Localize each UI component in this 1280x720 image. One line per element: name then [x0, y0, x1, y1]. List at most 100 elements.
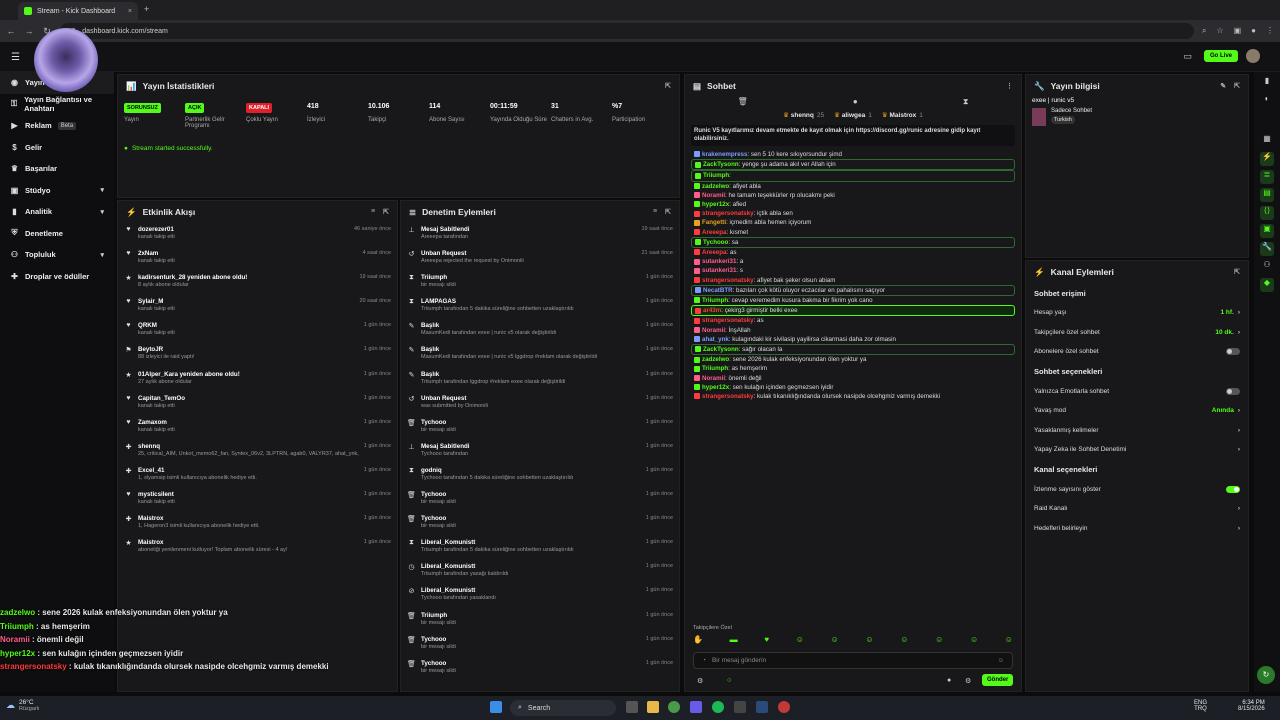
chat-message[interactable]: Fangetti: içmedim abla hemen içiyorum — [691, 218, 1015, 227]
top-gifter[interactable]: ♛ shennq 25 — [783, 111, 824, 119]
top-gifter[interactable]: ♛ aliwgea 1 — [834, 111, 872, 119]
chat-message[interactable]: Noramii: İnşAllah — [691, 326, 1015, 335]
task-view-icon[interactable] — [626, 701, 638, 713]
moon-icon[interactable]: ◐ — [1260, 94, 1274, 108]
chat-username[interactable]: strangersonatsky — [702, 393, 754, 400]
chat-username[interactable]: strangersonatsky — [702, 317, 754, 324]
feed-row[interactable]: ⧗ Triiumph bir mesajı sildi 1 gün önce — [407, 271, 673, 295]
popout-icon[interactable]: ⇱ — [383, 208, 389, 216]
feed-row[interactable]: ✚ Excel_41 1, slyamsip isimli kullanıcıya … — [124, 464, 391, 488]
language-indicator[interactable]: ENG TRQ — [1194, 700, 1207, 712]
file-explorer-icon[interactable] — [647, 701, 659, 713]
sidebar-item[interactable]: ⚇ Topluluk ▾ — [0, 244, 114, 266]
sidebar-item[interactable]: ♛ Başarılar — [0, 158, 114, 180]
extensions-icon[interactable]: ▣ — [1234, 26, 1242, 36]
chat-username[interactable]: sutankeri31 — [702, 258, 736, 265]
chat-message[interactable]: Triiumph: as hemşerim — [691, 364, 1015, 373]
settings-icon[interactable]: ⚙ — [965, 677, 971, 685]
chat-username[interactable]: Triiumph — [703, 172, 729, 179]
chat-settings-icon[interactable]: ◔ — [702, 657, 706, 664]
chat-username[interactable]: ZackTysonn — [703, 161, 739, 168]
people-icon[interactable]: ⚇ — [1260, 260, 1274, 274]
video-icon[interactable]: ▣ — [1260, 224, 1274, 238]
layout-icon[interactable]: ▭ — [1183, 51, 1192, 62]
popout-icon[interactable]: ⇱ — [665, 208, 671, 216]
feed-row[interactable]: ✎ Başlık MasumKedi tarafından exee | runic… — [407, 343, 673, 367]
feed-row[interactable]: ♥ dozerezer01 kanalı takip etti 46 saniye ö… — [124, 223, 391, 247]
feed-row[interactable]: 🗑 Tychooo bir mesajı sildi 1 gün önce — [407, 488, 673, 512]
go-live-button[interactable]: Go Live — [1203, 50, 1238, 62]
obs-icon[interactable] — [778, 701, 790, 713]
hamburger-menu-icon[interactable]: ☰ — [11, 52, 20, 63]
chat-message[interactable]: krakenempress: sen 5 10 kere sıkıyorsund… — [691, 150, 1015, 159]
feed-row[interactable]: 🗑 Tychooo bir mesajı sildi 1 gün önce — [407, 512, 673, 536]
spotify-icon[interactable] — [712, 701, 724, 713]
filter-icon[interactable]: ≡ — [653, 208, 657, 216]
feed-row[interactable]: ★ kadirsenturk_28 yeniden abone oldu! 8 ay… — [124, 271, 391, 295]
toggle-switch[interactable] — [1226, 387, 1240, 395]
chat-username[interactable]: ZackTysonn — [703, 346, 739, 353]
lightning-icon[interactable]: ⚡ — [1260, 152, 1274, 166]
points-icon[interactable]: ○ — [727, 677, 731, 684]
bar-chart-icon[interactable]: ▮ — [1260, 76, 1274, 90]
discord-icon[interactable] — [690, 701, 702, 713]
feed-row[interactable]: ◷ Liberal_Komunistt Triiumph tarafından ya… — [407, 560, 673, 584]
popout-icon[interactable]: ⇱ — [665, 82, 671, 90]
back-icon[interactable]: ← — [6, 26, 16, 36]
feed-row[interactable]: ⧗ godniq Tychooo tarafından 5 dakika sürel… — [407, 464, 673, 488]
feed-row[interactable]: ⚑ BeytoJR 88 izleyici ile raid yaptı! 1 gün… — [124, 343, 391, 367]
new-tab-icon[interactable]: + — [144, 4, 149, 14]
feed-row[interactable]: ✚ shennq 25, critical_AIM, Unkot_memo62_fa… — [124, 440, 391, 464]
chat-message[interactable]: strangersonatsky: kulak tıkanıklığındand… — [691, 392, 1015, 401]
emote-bar[interactable]: ✋ ▬ ♥ ☺ ☺ ☺ ☺ ☺ ☺ ☺ — [693, 635, 1013, 649]
feed-row[interactable]: 🗑 Triiumph bir mesajı sildi 1 gün önce — [407, 609, 673, 633]
bot-icon[interactable]: ⚙ — [697, 677, 703, 685]
list-icon[interactable]: ≣ — [1260, 170, 1274, 184]
setting-row[interactable]: Hesap yaşı 1 hf. › — [1026, 303, 1248, 323]
send-button[interactable]: Gönder — [982, 674, 1014, 686]
url-field[interactable]: ⚙dashboard.kick.com/stream — [60, 23, 1194, 39]
chat-menu-icon[interactable]: ⋮ — [1006, 82, 1013, 90]
taskbar-search[interactable]: ⌕ Search — [510, 700, 616, 716]
feed-row[interactable]: ↺ Unban Request Areeepa rejected the reque… — [407, 247, 673, 271]
feed-row[interactable]: ↺ Unban Request was submitted by Onimonili… — [407, 392, 673, 416]
chat-message[interactable]: Tychooo: sa — [691, 236, 1015, 249]
toggle-switch[interactable] — [1226, 348, 1240, 356]
chat-message[interactable]: strangersonatsky: içtik abla sen — [691, 209, 1015, 218]
chat-message[interactable]: strangersonatsky: as — [691, 316, 1015, 325]
chat-username[interactable]: Areeepa — [702, 249, 726, 256]
chat-username[interactable]: Areeepa — [702, 229, 726, 236]
sidebar-item[interactable]: ▶ Reklam Beta — [0, 115, 114, 137]
chat-message[interactable]: Triiumph: — [691, 170, 1015, 182]
setting-row[interactable]: Yasaklanmış kelimeler › — [1026, 421, 1248, 441]
chat-message[interactable]: Noramii: önemli değil — [691, 374, 1015, 383]
feed-row[interactable]: 🗑 Tychooo bir mesajı sildi 1 gün önce — [407, 657, 673, 681]
feed-row[interactable]: ✎ Başlık MasumKedi tarafından exee | runic… — [407, 319, 673, 343]
setting-row[interactable]: Yalnızca Emotlarla sohbet — [1026, 382, 1248, 402]
diamond-icon[interactable]: ◆ — [1260, 278, 1274, 292]
chat-message[interactable]: Areeepa: as — [691, 248, 1015, 257]
chat-message[interactable]: Triiumph: cevap veremedim kusura bakma b… — [691, 296, 1015, 305]
chat-username[interactable]: ar43m — [703, 307, 721, 314]
feed-row[interactable]: ★ 01Alper_Kara yeniden abone oldu! 27 aylı… — [124, 368, 391, 392]
forward-icon[interactable]: → — [24, 26, 34, 36]
feed-row[interactable]: ♥ 2xNam kanalı takip etti 4 saat önce — [124, 247, 391, 271]
code-icon[interactable]: ⟨⟩ — [1260, 206, 1274, 220]
chat-message[interactable]: zadzelwo: afiyet abla — [691, 182, 1015, 191]
search-icon[interactable]: ⌕ — [1202, 26, 1206, 36]
chrome-icon[interactable] — [668, 701, 680, 713]
feed-row[interactable]: ⧗ Liberal_Komunistt Triiumph tarafından 5 … — [407, 536, 673, 560]
chat-username[interactable]: Noramii — [702, 327, 725, 334]
chat-icon[interactable]: ▤ — [1260, 188, 1274, 202]
feed-row[interactable]: ⊥ Mesaj Sabitlendi Areeepa tarafından 19 sa… — [407, 223, 673, 247]
feed-row[interactable]: ♥ Zamaxom kanalı takip etti 1 gün önce — [124, 416, 391, 440]
clock[interactable]: 6:34 PM 8/15/2026 — [1238, 700, 1265, 712]
chat-username[interactable]: Tychooo — [703, 239, 728, 246]
top-gifter[interactable]: ♛ Maistrox 1 — [882, 111, 923, 119]
sidebar-item[interactable]: ⚿ Yayın Bağlantısı ve Anahtarı — [0, 94, 114, 116]
chat-message[interactable]: strangersonatsky: afiyet bak şeker olsun… — [691, 276, 1015, 285]
chat-bubble-small-icon[interactable]: ● — [947, 677, 951, 684]
edit-icon[interactable]: ✎ — [1220, 82, 1226, 90]
trash-icon[interactable]: 🗑 — [738, 97, 748, 109]
star-icon[interactable]: ☆ — [1216, 26, 1223, 36]
